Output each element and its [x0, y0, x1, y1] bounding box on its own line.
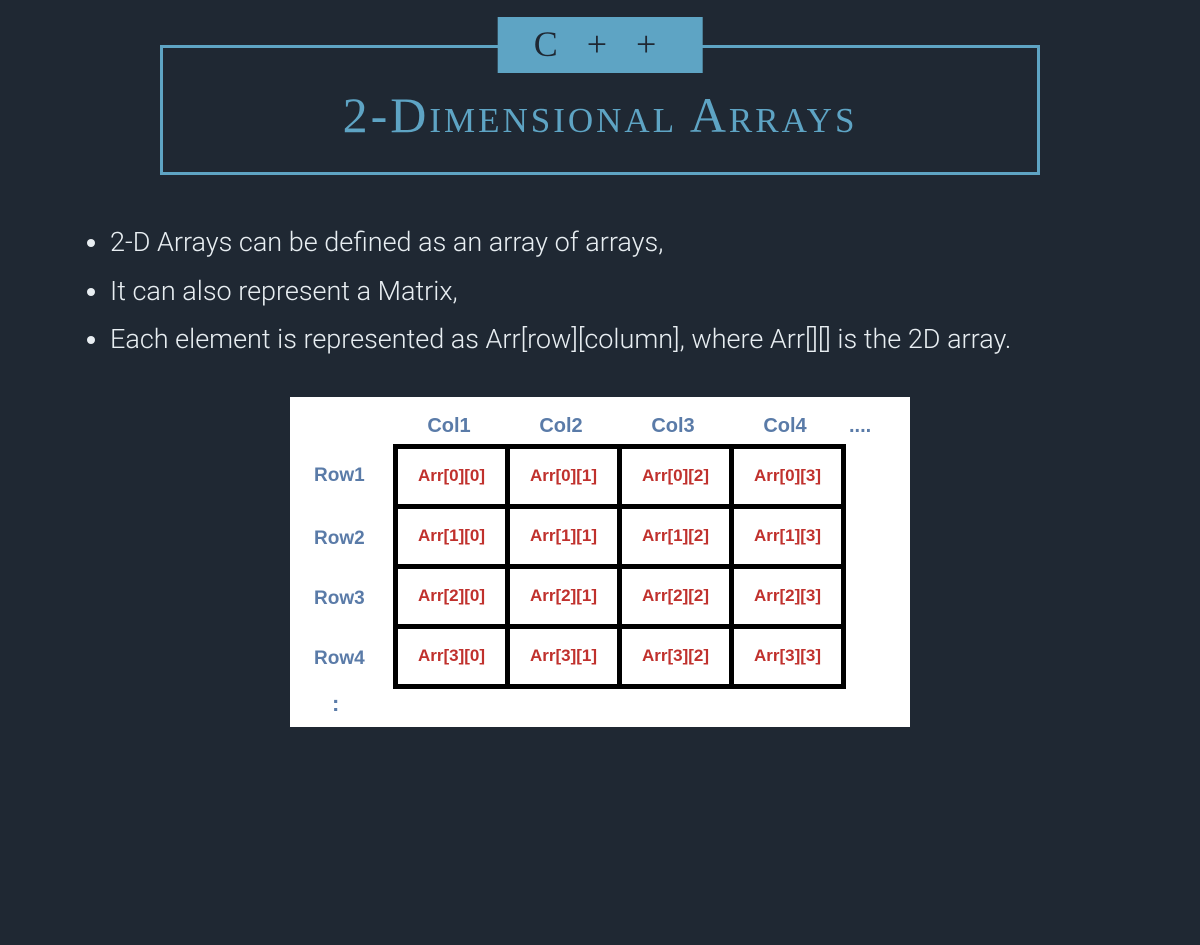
- cells-container: Arr[3][0] Arr[3][1] Arr[3][2] Arr[3][3]: [393, 629, 846, 689]
- column-header: Col3: [617, 409, 729, 444]
- array-cell: Arr[2][0]: [398, 569, 510, 629]
- column-header: Col1: [393, 409, 505, 444]
- array-cell: Arr[0][3]: [734, 449, 846, 509]
- column-header-row: Col1 Col2 Col3 Col4 ....: [393, 409, 892, 444]
- array-diagram: Col1 Col2 Col3 Col4 .... Row1 Arr[0][0] …: [290, 397, 910, 727]
- array-cell: Arr[1][1]: [510, 509, 622, 569]
- bullet-item: 2-D Arrays can be defined as an array of…: [110, 220, 1120, 265]
- column-header: Col2: [505, 409, 617, 444]
- column-header: Col4: [729, 409, 841, 444]
- row-label: Row2: [308, 528, 393, 550]
- array-cell: Arr[3][0]: [398, 629, 510, 689]
- array-cell: Arr[1][0]: [398, 509, 510, 569]
- slide-title: 2-Dimensional Arrays: [193, 86, 1007, 144]
- language-badge: C + +: [498, 17, 703, 73]
- array-cell: Arr[0][0]: [398, 449, 510, 509]
- column-ellipsis: ....: [841, 415, 871, 438]
- row-label: Row1: [308, 465, 393, 487]
- cells-container: Arr[2][0] Arr[2][1] Arr[2][2] Arr[2][3]: [393, 569, 846, 629]
- grid-row: Row1 Arr[0][0] Arr[0][1] Arr[0][2] Arr[0…: [308, 444, 892, 509]
- array-cell: Arr[1][2]: [622, 509, 734, 569]
- grid-body: Row1 Arr[0][0] Arr[0][1] Arr[0][2] Arr[0…: [308, 444, 892, 717]
- array-cell: Arr[1][3]: [734, 509, 846, 569]
- array-cell: Arr[2][2]: [622, 569, 734, 629]
- array-cell: Arr[2][3]: [734, 569, 846, 629]
- array-cell: Arr[0][1]: [510, 449, 622, 509]
- array-cell: Arr[2][1]: [510, 569, 622, 629]
- grid-row: Row2 Arr[1][0] Arr[1][1] Arr[1][2] Arr[1…: [308, 509, 892, 569]
- bullet-item: Each element is represented as Arr[row][…: [110, 317, 1120, 362]
- row-label: Row4: [308, 648, 393, 670]
- bullet-list: 2-D Arrays can be defined as an array of…: [110, 220, 1120, 362]
- row-label: Row3: [308, 588, 393, 610]
- array-cell: Arr[3][1]: [510, 629, 622, 689]
- bullet-item: It can also represent a Matrix,: [110, 269, 1120, 314]
- cells-container: Arr[1][0] Arr[1][1] Arr[1][2] Arr[1][3]: [393, 509, 846, 569]
- row-ellipsis: :: [332, 691, 892, 717]
- cells-container: Arr[0][0] Arr[0][1] Arr[0][2] Arr[0][3]: [393, 444, 846, 509]
- grid-row: Row3 Arr[2][0] Arr[2][1] Arr[2][2] Arr[2…: [308, 569, 892, 629]
- array-cell: Arr[3][3]: [734, 629, 846, 689]
- grid-row: Row4 Arr[3][0] Arr[3][1] Arr[3][2] Arr[3…: [308, 629, 892, 689]
- array-cell: Arr[0][2]: [622, 449, 734, 509]
- array-cell: Arr[3][2]: [622, 629, 734, 689]
- slide-header: C + + 2-Dimensional Arrays: [160, 45, 1040, 175]
